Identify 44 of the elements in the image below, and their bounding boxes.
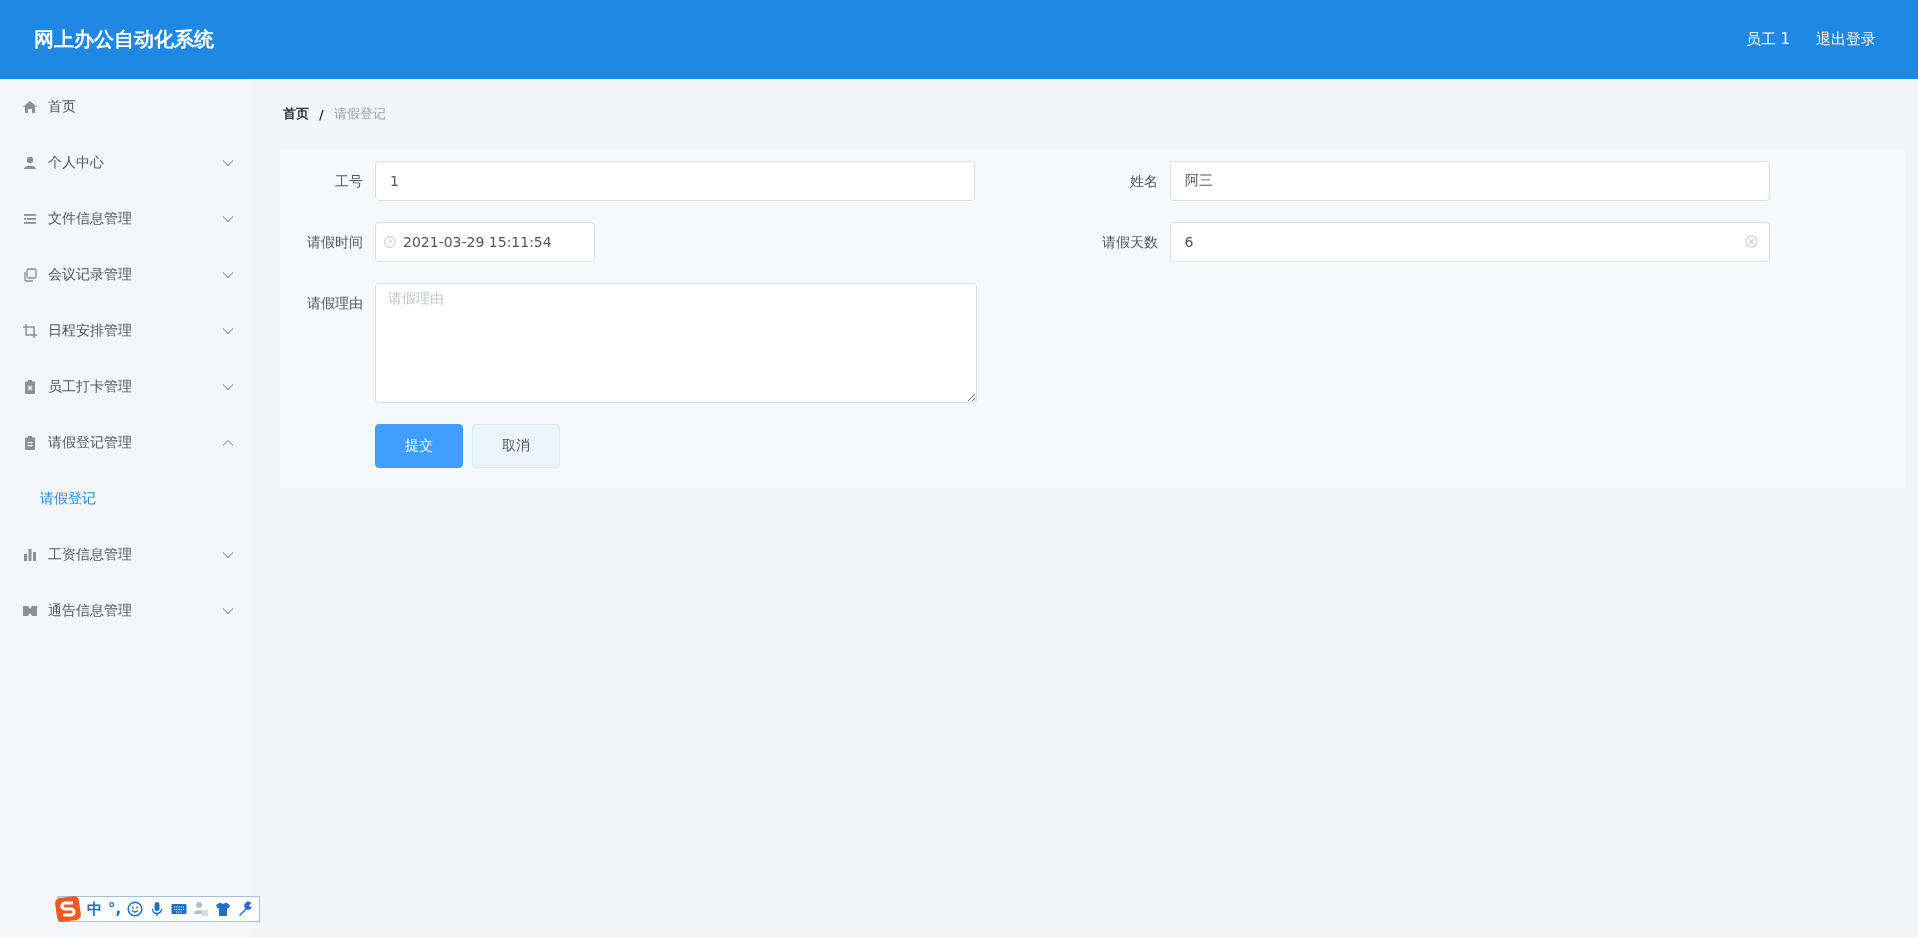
- list-icon: [22, 211, 38, 227]
- ime-mode[interactable]: 中: [87, 899, 102, 919]
- crop-icon: [22, 323, 38, 339]
- sidebar-item[interactable]: 通告信息管理: [0, 583, 250, 639]
- bar-chart-icon: [22, 547, 38, 563]
- reason-textarea[interactable]: 请假理由: [375, 283, 977, 403]
- home-icon: [22, 99, 38, 115]
- field-label: 请假天数: [1100, 233, 1159, 252]
- sidebar-item[interactable]: 首页: [0, 79, 250, 135]
- sidebar-item[interactable]: 日程安排管理: [0, 303, 250, 359]
- user-icon: [22, 155, 38, 171]
- ime-logo-icon[interactable]: [55, 896, 81, 922]
- sidebar-item[interactable]: 文件信息管理: [0, 191, 250, 247]
- field-label: 请假理由: [306, 294, 364, 313]
- field-label: 请假时间: [306, 233, 364, 252]
- wrench-icon[interactable]: [237, 901, 254, 917]
- cancel-button[interactable]: 取消: [472, 424, 560, 468]
- copy-icon: [22, 267, 38, 283]
- clipboard-icon: [22, 379, 38, 395]
- breadcrumb-separator: /: [319, 106, 324, 122]
- logout-link[interactable]: 退出登录: [1816, 30, 1876, 49]
- ime-punctuation[interactable]: °,: [108, 900, 122, 918]
- input-field[interactable]: 阿三: [1169, 161, 1770, 201]
- clock-icon: [384, 236, 396, 248]
- breadcrumb-link[interactable]: 首页: [283, 105, 309, 123]
- sidebar-item[interactable]: 个人中心: [0, 135, 250, 191]
- smiley-icon[interactable]: [127, 901, 144, 917]
- input-field[interactable]: 1: [375, 161, 975, 201]
- ticket-icon: [22, 603, 38, 619]
- breadcrumb-current: 请假登记: [333, 105, 386, 123]
- keyboard-icon[interactable]: [171, 901, 188, 917]
- sidebar-item[interactable]: 工资信息管理: [0, 527, 250, 583]
- field-label: 姓名: [1128, 172, 1159, 191]
- submenu-item[interactable]: 请假登记: [0, 471, 250, 527]
- date-time-picker[interactable]: 2021-03-29 15:11:54: [375, 222, 595, 262]
- field-label: 工号: [334, 172, 364, 191]
- shirt-icon[interactable]: [215, 901, 232, 917]
- clipboard-icon: [22, 435, 38, 451]
- sidebar-item[interactable]: 会议记录管理: [0, 247, 250, 303]
- app-title: 网上办公自动化系统: [34, 26, 215, 53]
- sidebar-item[interactable]: 请假登记管理: [0, 415, 250, 471]
- input-field[interactable]: 6: [1169, 222, 1770, 262]
- sidebar-item[interactable]: 员工打卡管理: [0, 359, 250, 415]
- user-name: 员工 1: [1745, 30, 1790, 49]
